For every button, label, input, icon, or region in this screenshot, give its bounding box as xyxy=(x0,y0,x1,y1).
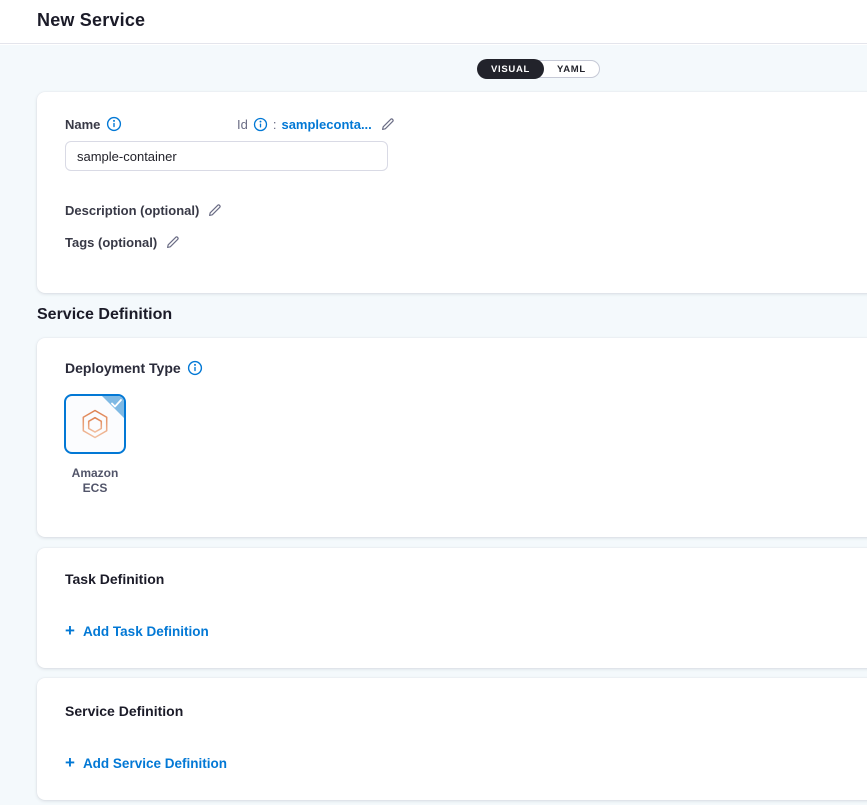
new-service-form: VISUAL YAML Name Id : sampleconta... Des… xyxy=(0,45,867,805)
deployment-type-label: Deployment Type xyxy=(65,360,181,376)
tags-row: Tags (optional) xyxy=(65,234,181,250)
edit-id-icon[interactable] xyxy=(380,116,396,132)
add-task-definition-button[interactable]: + Add Task Definition xyxy=(65,624,209,639)
task-definition-card: Task Definition + Add Task Definition xyxy=(37,548,867,668)
service-definition-card: Service Definition + Add Service Definit… xyxy=(37,678,867,800)
edit-description-icon[interactable] xyxy=(207,202,223,218)
deployment-option-amazon-ecs[interactable] xyxy=(64,394,126,454)
toggle-yaml-button[interactable]: YAML xyxy=(544,61,599,77)
check-icon xyxy=(111,399,122,408)
service-definition-heading: Service Definition xyxy=(65,703,183,719)
service-name-input[interactable] xyxy=(65,141,388,171)
dialog-header: New Service xyxy=(0,0,867,44)
add-service-definition-button[interactable]: + Add Service Definition xyxy=(65,756,227,771)
visual-yaml-toggle: VISUAL YAML xyxy=(478,60,600,78)
service-overview-card: Name Id : sampleconta... Description (op… xyxy=(37,92,867,293)
service-definition-section-heading: Service Definition xyxy=(37,306,172,324)
name-info-icon[interactable] xyxy=(106,116,122,132)
deployment-option-caption: Amazon ECS xyxy=(64,466,126,496)
edit-tags-icon[interactable] xyxy=(165,234,181,250)
add-service-definition-label: Add Service Definition xyxy=(83,756,227,771)
id-colon: : xyxy=(273,117,277,132)
page-title: New Service xyxy=(37,10,145,31)
deployment-type-card: Deployment Type Amazon ECS xyxy=(37,338,867,537)
deployment-type-info-icon[interactable] xyxy=(187,360,203,376)
name-label: Name xyxy=(65,117,100,132)
deployment-type-label-row: Deployment Type xyxy=(65,360,203,376)
plus-icon: + xyxy=(65,756,75,770)
description-row: Description (optional) xyxy=(65,202,223,218)
amazon-ecs-icon xyxy=(77,406,113,442)
plus-icon: + xyxy=(65,624,75,638)
id-value: sampleconta... xyxy=(281,117,371,132)
name-label-row: Name xyxy=(65,116,122,132)
id-label: Id xyxy=(237,117,248,132)
add-task-definition-label: Add Task Definition xyxy=(83,624,209,639)
id-info-icon[interactable] xyxy=(253,117,268,132)
tags-label: Tags (optional) xyxy=(65,235,157,250)
task-definition-heading: Task Definition xyxy=(65,571,164,587)
description-label: Description (optional) xyxy=(65,203,199,218)
toggle-visual-button[interactable]: VISUAL xyxy=(477,59,544,79)
id-row: Id : sampleconta... xyxy=(237,116,396,132)
